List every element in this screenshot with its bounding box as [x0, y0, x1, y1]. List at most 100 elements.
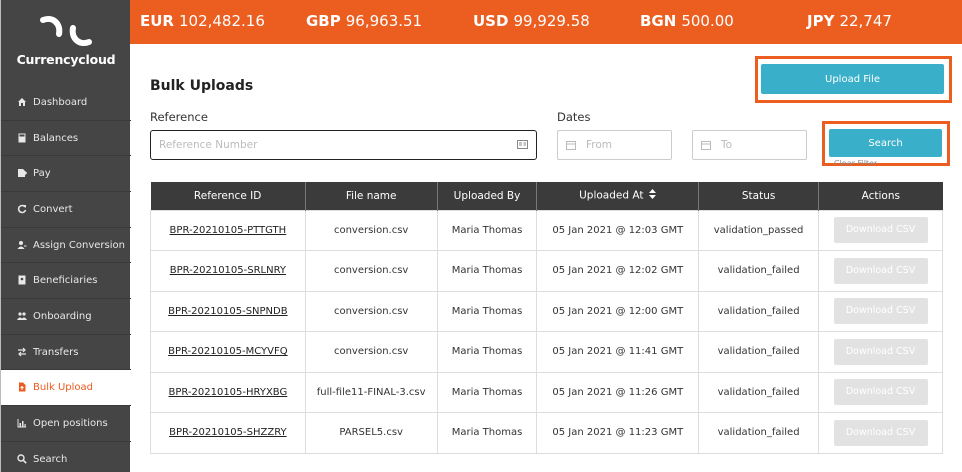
address-card-icon	[16, 274, 28, 286]
upload-file-button[interactable]: Upload File	[761, 64, 944, 94]
users-icon	[16, 310, 28, 322]
sidebar-item-onboarding[interactable]: Onboarding	[1, 298, 131, 334]
sidebar-item-transfers[interactable]: Transfers	[1, 334, 131, 370]
balance-usd[interactable]: USD 99,929.58	[473, 12, 590, 30]
sidebar-item-label: Pay	[33, 167, 51, 179]
sidebar-item-search[interactable]: Search	[1, 441, 131, 472]
sidebar-item-label: Beneficiaries	[33, 274, 98, 286]
sidebar-item-balances[interactable]: Balances	[1, 120, 131, 156]
sidebar-item-open-positions[interactable]: Open positions	[1, 405, 131, 441]
actions-cell: Download CSV	[818, 250, 943, 292]
calculator-icon	[16, 132, 28, 144]
reference-label: Reference	[150, 110, 208, 124]
uploaded-by-cell: Maria Thomas	[436, 412, 538, 454]
sort-icon[interactable]	[649, 189, 657, 202]
balance-jpy[interactable]: JPY 22,747	[807, 12, 892, 30]
sidebar-item-bulk-upload[interactable]: Bulk Upload	[1, 369, 131, 405]
sidebar: Currencycloud Dashboard Balances Pay Conver…	[0, 0, 131, 472]
status-cell: validation_failed	[698, 371, 820, 413]
download-csv-button[interactable]: Download CSV	[833, 419, 928, 446]
currency-amount: 96,963.51	[345, 12, 423, 30]
currency-amount: 99,929.58	[513, 12, 590, 30]
search-icon	[16, 453, 28, 465]
chart-icon	[16, 417, 28, 429]
reference-id-link[interactable]: BPR-20210105-PTTGTH	[150, 209, 306, 251]
download-csv-button[interactable]: Download CSV	[833, 379, 928, 406]
reference-id-link[interactable]: BPR-20210105-HRYXBG	[150, 371, 306, 413]
status-cell: validation_passed	[698, 209, 820, 251]
currency-amount: 102,482.16	[178, 12, 265, 30]
uploaded-by-cell: Maria Thomas	[436, 209, 538, 251]
sidebar-item-label: Open positions	[33, 417, 108, 429]
download-csv-button[interactable]: Download CSV	[833, 257, 928, 284]
currency-code: BGN	[640, 12, 677, 30]
table-row: BPR-20210105-SHZZRY PARSEL5.csv Maria Thom…	[150, 412, 943, 454]
column-header[interactable]: Uploaded At	[536, 182, 700, 210]
search-button[interactable]: Search	[829, 129, 942, 157]
status-cell: validation_failed	[698, 250, 820, 292]
clear-filter-link[interactable]: Clear Filter	[834, 159, 877, 165]
column-header: Uploaded By	[437, 182, 538, 210]
sidebar-item-convert[interactable]: Convert	[1, 191, 131, 227]
column-header-label: Status	[741, 189, 776, 202]
uploaded-at-cell: 05 Jan 2021 @ 11:23 GMT	[536, 412, 700, 454]
currency-code: GBP	[306, 12, 341, 30]
uploaded-by-cell: Maria Thomas	[436, 331, 538, 373]
download-csv-button[interactable]: Download CSV	[833, 217, 928, 244]
sidebar-divider	[1, 262, 131, 263]
uploaded-by-cell: Maria Thomas	[436, 290, 538, 332]
reference-id-link[interactable]: BPR-20210105-SRLNRY	[150, 250, 306, 292]
download-csv-button[interactable]: Download CSV	[833, 338, 928, 365]
logo[interactable]: Currencycloud	[1, 0, 131, 82]
file-name-cell: conversion.csv	[304, 290, 438, 332]
column-header: Status	[698, 182, 820, 210]
pay-icon	[16, 167, 28, 179]
balance-bgn[interactable]: BGN 500.00	[640, 12, 734, 30]
reference-id-link[interactable]: BPR-20210105-SHZZRY	[150, 412, 306, 454]
uploaded-at-cell: 05 Jan 2021 @ 11:41 GMT	[536, 331, 700, 373]
currency-amount: 500.00	[681, 12, 734, 30]
sidebar-item-pay[interactable]: Pay	[1, 155, 131, 191]
currency-code: USD	[473, 12, 509, 30]
file-name-cell: PARSEL5.csv	[304, 412, 438, 454]
actions-cell: Download CSV	[818, 290, 943, 332]
sidebar-item-beneficiaries[interactable]: Beneficiaries	[1, 262, 131, 298]
reference-input[interactable]: Reference Number	[150, 130, 537, 160]
balance-gbp[interactable]: GBP 96,963.51	[306, 12, 422, 30]
dates-label: Dates	[557, 110, 591, 124]
file-upload-icon	[16, 381, 28, 393]
file-name-cell: conversion.csv	[304, 331, 438, 373]
balance-eur[interactable]: EUR 102,482.16	[140, 12, 265, 30]
date-to-input[interactable]: To	[692, 130, 807, 160]
reference-id-link[interactable]: BPR-20210105-MCYVFQ	[150, 331, 306, 373]
sidebar-divider	[1, 191, 131, 192]
column-header: Reference ID	[150, 182, 306, 210]
download-csv-button[interactable]: Download CSV	[833, 298, 928, 325]
balance-bar: EUR 102,482.16 GBP 96,963.51 USD 99,929.58 BGN…	[130, 0, 962, 44]
sidebar-item-dashboard[interactable]: Dashboard	[1, 84, 131, 120]
refresh-icon	[16, 203, 28, 215]
sidebar-item-label: Assign Conversion	[33, 239, 125, 251]
file-name-cell: conversion.csv	[304, 209, 438, 251]
uploaded-at-cell: 05 Jan 2021 @ 12:00 GMT	[536, 290, 700, 332]
sidebar-divider	[1, 334, 131, 335]
sidebar-item-label: Dashboard	[33, 96, 88, 108]
calendar-icon	[566, 140, 576, 150]
column-header-label: Actions	[861, 189, 900, 202]
reference-id-link[interactable]: BPR-20210105-SNPNDB	[150, 290, 306, 332]
column-header: Actions	[818, 182, 943, 210]
column-header: File name	[305, 182, 438, 210]
exchange-icon	[16, 346, 28, 358]
sidebar-item-assign-conversion[interactable]: Assign Conversion	[1, 227, 131, 263]
column-header-label: File name	[345, 189, 397, 202]
brand-name: Currencycloud	[16, 52, 116, 67]
actions-cell: Download CSV	[818, 331, 943, 373]
sidebar-divider	[1, 441, 131, 442]
id-card-icon	[517, 140, 528, 152]
uploaded-by-cell: Maria Thomas	[436, 371, 538, 413]
table-row: BPR-20210105-HRYXBG full-file11-FINAL-3.c…	[150, 371, 943, 413]
sidebar-divider	[1, 405, 131, 406]
date-from-input[interactable]: From	[557, 130, 672, 160]
sidebar-divider	[1, 120, 131, 121]
actions-cell: Download CSV	[818, 371, 943, 413]
